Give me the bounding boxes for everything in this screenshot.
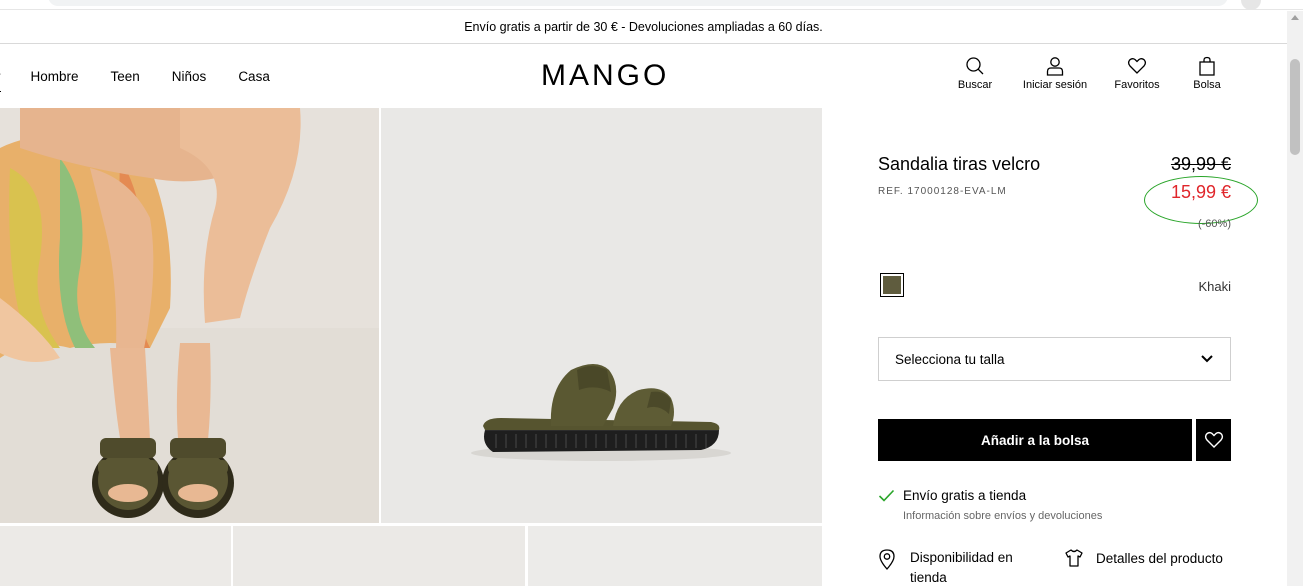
favorites-button[interactable]: Favoritos [1107, 56, 1167, 91]
site-header: r Hombre Teen Niños Casa MANGO Buscar In… [0, 44, 1287, 108]
free-shipping-notice: Envío gratis a tienda [878, 488, 1026, 503]
brand-logo-text: MANGO [541, 59, 670, 92]
color-swatch-fill [883, 276, 901, 294]
product-name: Sandalia tiras velcro [878, 154, 1041, 174]
product-details-label: Detalles del producto [1096, 550, 1223, 566]
size-dropdown-placeholder: Selecciona tu talla [895, 351, 1005, 367]
add-to-favorites-button[interactable] [1196, 419, 1231, 461]
model-wearing-sandals-image [0, 108, 379, 523]
search-icon [966, 57, 984, 75]
selected-color-name: Khaki [1198, 279, 1231, 294]
checkmark-icon [878, 489, 895, 502]
sandal-product-image [381, 108, 822, 523]
shopping-bag-icon [1199, 56, 1215, 76]
color-swatch-khaki[interactable] [880, 273, 904, 297]
discount-badge: (-60%) [1197, 218, 1231, 230]
shipping-info-link[interactable]: Información sobre envíos y devoluciones [903, 510, 1102, 522]
product-photo-3[interactable] [0, 526, 231, 586]
product-details-link[interactable]: Detalles del producto [1064, 548, 1223, 568]
heart-icon [1204, 431, 1223, 448]
product-photo-sandal[interactable] [381, 108, 822, 523]
location-pin-icon [879, 549, 895, 570]
product-photo-5[interactable] [528, 526, 822, 586]
chevron-down-icon [1201, 355, 1213, 363]
nav-item-ninos[interactable]: Niños [172, 69, 207, 84]
product-reference: REF. 17000128-EVA-LM [878, 186, 1007, 197]
bag-button[interactable]: Bolsa [1181, 56, 1233, 91]
original-price: 39,99 € [1170, 154, 1231, 174]
nav-item-hombre[interactable]: Hombre [31, 69, 79, 84]
add-to-bag-label: Añadir a la bolsa [980, 432, 1090, 448]
search-label: Buscar [957, 79, 993, 91]
scrollbar-thumb[interactable] [1290, 59, 1300, 155]
add-to-bag-button[interactable]: Añadir a la bolsa [878, 419, 1192, 461]
nav-item-teen[interactable]: Teen [111, 69, 140, 84]
favorites-label: Favoritos [1114, 79, 1160, 91]
promo-banner: Envío gratis a partir de 30 € - Devoluci… [0, 11, 1287, 44]
promo-text: Envío gratis a partir de 30 € - Devoluci… [464, 20, 823, 34]
size-dropdown[interactable]: Selecciona tu talla [878, 337, 1231, 381]
price-highlight-circle [1144, 176, 1258, 224]
nav-item-mujer[interactable]: r [0, 69, 1, 92]
heart-icon [1127, 58, 1147, 74]
brand-logo[interactable]: MANGO [541, 60, 685, 92]
store-availability-label: Disponibilidad en tienda [910, 550, 1013, 585]
header-tools: Buscar Iniciar sesión Favoritos Bolsa [949, 56, 1233, 91]
page-scrollbar[interactable] [1287, 11, 1303, 586]
address-bar[interactable] [48, 0, 1228, 6]
nav-item-casa[interactable]: Casa [238, 69, 270, 84]
login-button[interactable]: Iniciar sesión [1015, 56, 1095, 91]
product-photo-4[interactable] [233, 526, 525, 586]
product-photo-model[interactable] [0, 108, 379, 523]
store-availability-link[interactable]: Disponibilidad en tienda [878, 548, 1040, 586]
tshirt-icon [1065, 549, 1083, 567]
browser-toolbar [0, 0, 1303, 10]
login-label: Iniciar sesión [1022, 79, 1088, 91]
user-icon [1046, 57, 1064, 76]
bag-label: Bolsa [1193, 79, 1221, 91]
scroll-up-arrow-icon[interactable] [1291, 15, 1299, 20]
free-shipping-text: Envío gratis a tienda [903, 488, 1027, 503]
browser-profile-button[interactable] [1241, 0, 1261, 10]
search-button[interactable]: Buscar [949, 56, 1001, 91]
main-nav: r Hombre Teen Niños Casa [0, 44, 302, 108]
